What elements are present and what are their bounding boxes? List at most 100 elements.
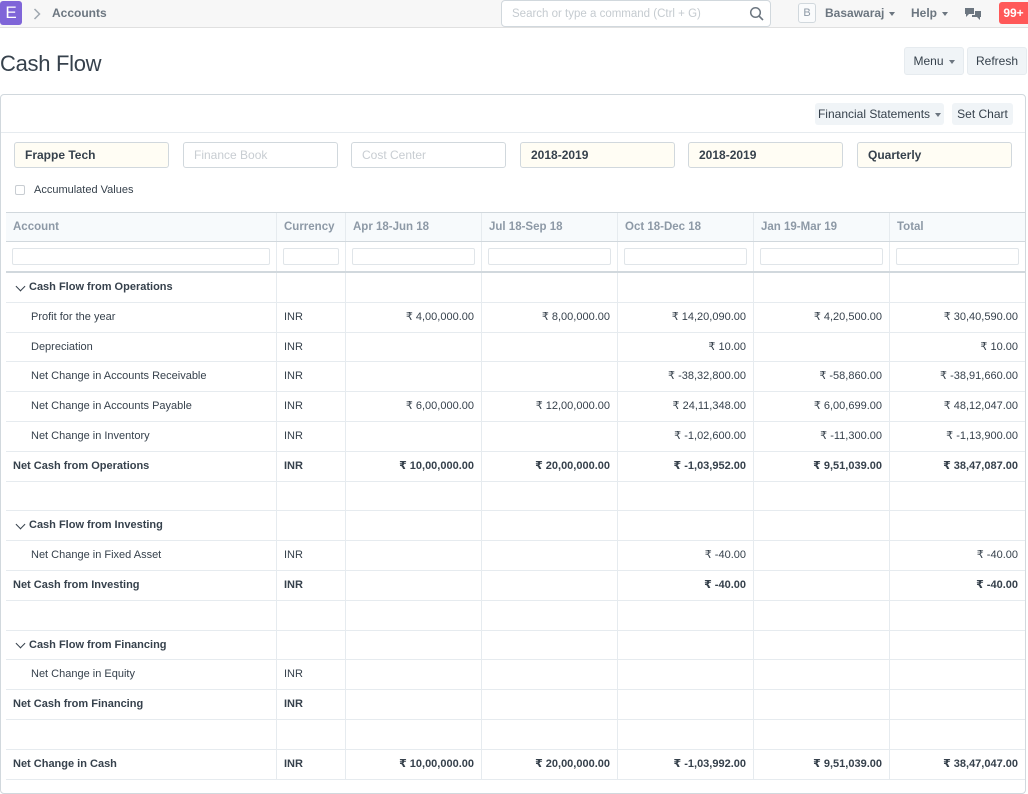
notification-badge[interactable]: 99+: [999, 2, 1028, 24]
cell-jul-sep-18: [482, 720, 618, 749]
account-name: Net Cash from Investing: [13, 579, 140, 591]
table-row[interactable]: Net Change in Accounts Receivable INR ₹ -3…: [6, 362, 1025, 393]
search-icon[interactable]: [749, 6, 765, 22]
column-filter-input-apr-jun-18[interactable]: [352, 248, 475, 265]
table-row[interactable]: Profit for the year INR ₹ 4,00,000.00 ₹ 8,0…: [6, 302, 1025, 333]
cell-total: [890, 631, 1025, 660]
set-chart-button[interactable]: Set Chart: [952, 103, 1013, 125]
table-spacer-row: [6, 720, 1025, 750]
cell-account: Net Change in Cash: [6, 749, 277, 779]
account-name: Net Change in Cash: [13, 757, 117, 770]
cell-jan-mar-19: [754, 630, 890, 660]
divider: [1, 132, 1025, 133]
chevron-down-icon[interactable]: [15, 281, 26, 292]
menu-button[interactable]: Menu: [904, 47, 964, 75]
column-header-jan-mar-19[interactable]: Jan 19-Mar 19: [754, 213, 890, 241]
cell-account: Net Change in Accounts Payable: [6, 392, 277, 421]
cell-jan-mar-19: [754, 511, 890, 541]
account-name: Depreciation: [31, 340, 93, 353]
cell-jul-sep-18: [482, 571, 618, 600]
help-menu[interactable]: Help: [911, 6, 949, 20]
table-total-row[interactable]: Net Cash from Investing INR ₹ -40.00 ₹ -40.…: [6, 571, 1025, 601]
cash-flow-table: Account Currency Apr 18-Jun 18 Jul 18-Sep 1…: [6, 212, 1025, 780]
company-filter[interactable]: Frappe Tech: [14, 142, 169, 168]
column-filter-input-currency[interactable]: [283, 248, 339, 265]
column-filter-input-total[interactable]: [896, 248, 1019, 265]
table-total-row[interactable]: Net Cash from Operations INR ₹ 10,00,000.0…: [6, 451, 1025, 482]
table-spacer-row: [6, 600, 1025, 631]
cell-jan-mar-19: ₹ 9,51,039.00: [754, 451, 890, 481]
column-filter-input-account[interactable]: [12, 248, 270, 265]
chat-icon[interactable]: [964, 6, 982, 22]
cell-jan-mar-19: ₹ -11,300.00: [754, 422, 890, 451]
cell-account: Net Change in Fixed Asset: [6, 541, 277, 570]
column-header-apr-jun-18[interactable]: Apr 18-Jun 18: [346, 213, 482, 241]
cell-oct-dec-18: ₹ -40.00: [618, 571, 754, 600]
table-total-row[interactable]: Net Cash from Financing INR: [6, 690, 1025, 720]
table-row[interactable]: Net Change in Accounts Payable INR ₹ 6,00,…: [6, 392, 1025, 422]
finance-book-filter[interactable]: Finance Book: [183, 142, 338, 168]
user-name: Basawaraj: [825, 6, 885, 20]
cell-apr-jun-18: [346, 362, 482, 392]
search-box[interactable]: Search or type a command (Ctrl + G): [501, 0, 771, 27]
account-name: Net Change in Equity: [31, 668, 135, 681]
column-header-currency[interactable]: Currency: [277, 213, 346, 241]
cell-oct-dec-18: [618, 600, 754, 630]
financial-statements-button[interactable]: Financial Statements: [815, 103, 944, 125]
cell-currency: INR: [277, 660, 346, 690]
cell-jul-sep-18: ₹ 20,00,000.00: [482, 749, 618, 779]
search-input[interactable]: Search or type a command (Ctrl + G): [512, 8, 701, 20]
app-logo[interactable]: E: [0, 1, 22, 25]
chevron-down-icon[interactable]: [15, 638, 26, 649]
user-menu[interactable]: Basawaraj: [825, 6, 896, 20]
column-filter-cell: [890, 242, 1025, 271]
cell-apr-jun-18: [346, 630, 482, 660]
account-name: Net Change in Inventory: [31, 430, 150, 442]
cell-oct-dec-18: ₹ 10.00: [618, 332, 754, 362]
avatar[interactable]: B: [798, 3, 816, 23]
cell-oct-dec-18: ₹ -38,32,800.00: [618, 362, 754, 392]
column-filter-cell: [346, 242, 482, 271]
cell-total: ₹ 38,47,087.00: [890, 452, 1025, 481]
column-header-total[interactable]: Total: [890, 213, 1025, 241]
refresh-button[interactable]: Refresh: [967, 47, 1027, 75]
column-filter-input-jul-sep-18[interactable]: [488, 248, 611, 265]
table-group-row[interactable]: Cash Flow from Financing: [6, 630, 1025, 661]
cell-total: [890, 482, 1025, 511]
column-filter-input-jan-mar-19[interactable]: [760, 248, 883, 265]
table-total-row[interactable]: Net Change in Cash INR ₹ 10,00,000.00 ₹ 20,…: [6, 749, 1025, 780]
cell-jan-mar-19: [754, 332, 890, 362]
cell-total: ₹ -38,91,660.00: [890, 362, 1025, 391]
column-header-oct-dec-18[interactable]: Oct 18-Dec 18: [618, 213, 754, 241]
cell-jul-sep-18: [482, 273, 618, 302]
cell-oct-dec-18: [618, 720, 754, 749]
table-filter-row: [6, 242, 1025, 273]
cell-apr-jun-18: [346, 571, 482, 600]
cell-account: [6, 481, 277, 511]
table-row[interactable]: Net Change in Fixed Asset INR ₹ -40.00 ₹ -4…: [6, 541, 1025, 571]
column-header-account[interactable]: Account: [6, 213, 277, 241]
cell-jan-mar-19: [754, 273, 890, 302]
cell-jul-sep-18: [482, 511, 618, 541]
cell-jan-mar-19: [754, 600, 890, 630]
column-header-jul-sep-18[interactable]: Jul 18-Sep 18: [482, 213, 618, 241]
table-row[interactable]: Net Change in Inventory INR ₹ -1,02,600.00…: [6, 422, 1025, 452]
breadcrumb-accounts[interactable]: Accounts: [52, 6, 107, 20]
financial-statements-label: Financial Statements: [817, 107, 931, 121]
chevron-down-icon[interactable]: [15, 519, 26, 530]
cell-oct-dec-18: ₹ -1,03,992.00: [618, 749, 754, 779]
cell-total: ₹ -40.00: [890, 571, 1025, 600]
periodicity-filter[interactable]: Quarterly: [857, 142, 1012, 168]
table-row[interactable]: Net Change in Equity INR: [6, 660, 1025, 691]
table-group-row[interactable]: Cash Flow from Operations: [6, 273, 1025, 303]
cell-oct-dec-18: [618, 630, 754, 660]
cost-center-filter[interactable]: Cost Center: [351, 142, 506, 168]
from-fiscal-year-filter[interactable]: 2018-2019: [520, 142, 675, 168]
to-fiscal-year-filter[interactable]: 2018-2019: [688, 142, 843, 168]
checkbox[interactable]: [15, 185, 25, 195]
cell-total: [890, 690, 1025, 719]
table-row[interactable]: Depreciation INR ₹ 10.00 ₹ 10.00: [6, 332, 1025, 363]
table-group-row[interactable]: Cash Flow from Investing: [6, 511, 1025, 542]
column-filter-cell: [6, 242, 277, 271]
column-filter-input-oct-dec-18[interactable]: [624, 248, 747, 265]
